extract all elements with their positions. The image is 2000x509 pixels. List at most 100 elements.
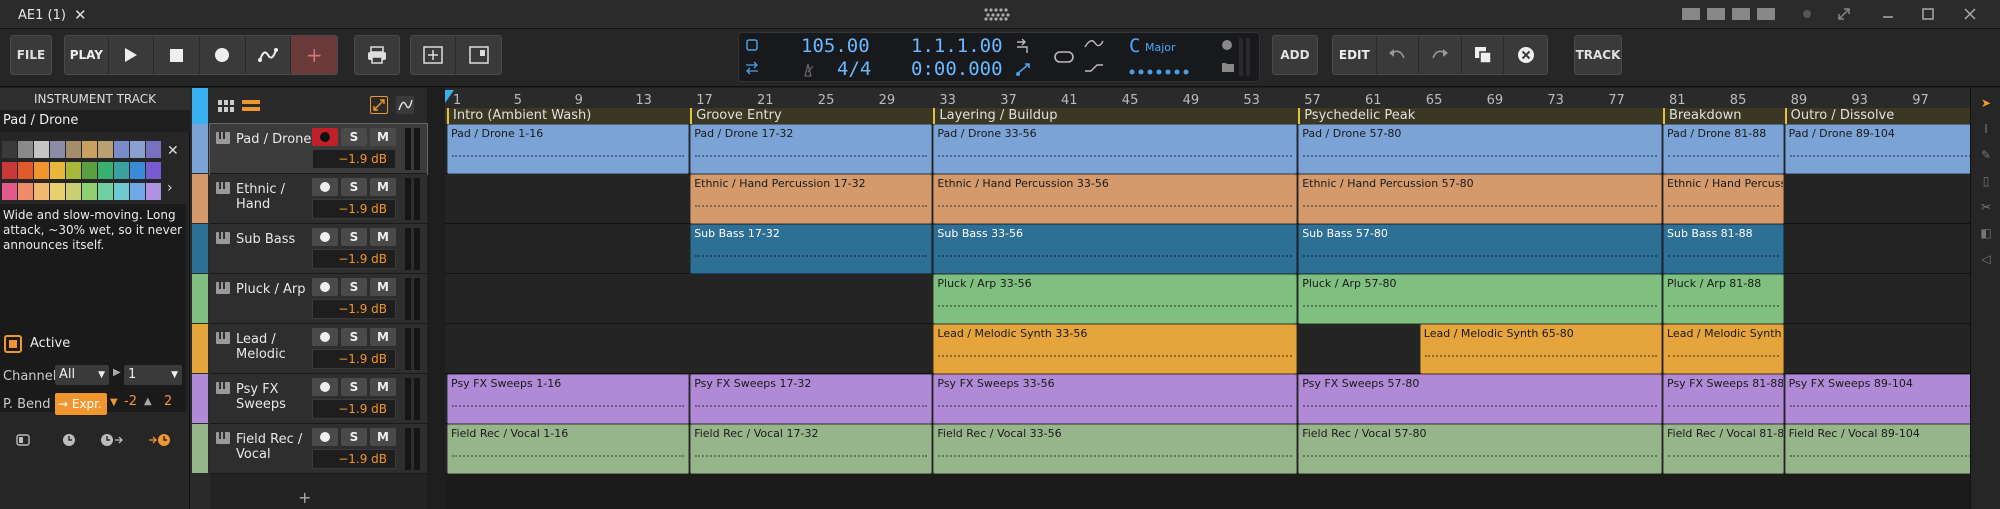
maximize-icon[interactable] [1920,7,1936,21]
position-time-display[interactable]: 0:00.000 [911,58,1003,80]
follow-playhead-icon[interactable] [1015,60,1033,78]
track-color-chip[interactable] [192,374,208,423]
solo-button[interactable]: S [341,328,367,346]
arm-record-button[interactable]: + [291,36,337,74]
color-swatch[interactable] [18,141,33,158]
color-swatch[interactable] [50,162,65,179]
clip[interactable]: Pluck / Arp 57-80 [1298,274,1662,324]
color-swatch[interactable] [66,141,81,158]
channel-number-select[interactable]: 1 ▼ [124,365,182,385]
minimize-icon[interactable] [1880,7,1896,21]
add-panel-button[interactable] [411,36,457,74]
track-volume[interactable]: −1.9 dB [312,349,396,369]
track-volume[interactable]: −1.9 dB [312,449,396,469]
clip[interactable]: Pluck / Arp 33-56 [933,274,1298,324]
time-signature-display[interactable]: 4/4 [837,58,871,80]
folder-icon[interactable] [1221,61,1235,73]
color-swatch[interactable] [2,162,17,179]
grid-dots-icon[interactable] [980,7,1014,21]
clip[interactable]: Ethnic / Hand Percussion 81-88 [1663,174,1784,224]
clip[interactable]: Field Rec / Vocal 33-56 [933,424,1298,474]
track-volume[interactable]: −1.9 dB [312,149,396,169]
clip[interactable]: Pad / Drone 33-56 [933,124,1298,174]
automation-view-icon[interactable] [396,96,414,114]
track-header[interactable]: Sub Bass S M −1.9 dB [210,224,427,274]
color-swatch[interactable] [146,183,161,200]
cue-marker[interactable]: Breakdown [1663,108,1742,124]
undo-button[interactable] [1376,36,1420,74]
arrow-clock-icon[interactable] [148,433,172,447]
mute-button[interactable]: M [370,428,396,446]
clip-launcher-view-icon[interactable] [218,100,234,112]
color-swatch[interactable] [66,162,81,179]
solo-button[interactable]: S [341,128,367,146]
loop-region-icon[interactable] [745,38,759,52]
track-header[interactable]: Field Rec / Vocal S M −1.9 dB [210,424,427,474]
stop-button[interactable] [154,36,201,74]
track-name[interactable]: Lead / Melodic [236,332,316,362]
punch-in-icon[interactable] [1015,37,1033,55]
record-arm-button[interactable] [312,328,338,346]
channel-select[interactable]: All ▼ [55,365,109,385]
file-menu-button[interactable]: FILE [10,35,52,75]
mute-button[interactable]: M [370,228,396,246]
clip[interactable]: Lead / Melodic Synth 81-88 [1663,324,1784,374]
track-header[interactable]: Ethnic / Hand S M −1.9 dB [210,174,427,224]
track-color-chip[interactable] [192,324,208,373]
active-toggle-icon[interactable] [4,335,22,353]
track-header[interactable]: Pluck / Arp S M −1.9 dB [210,274,427,324]
metronome-icon[interactable] [801,63,815,77]
clock-arrow-icon[interactable] [100,433,124,447]
palette-next-icon[interactable]: › [167,180,181,196]
pencil-tool-icon[interactable]: ✎ [1979,148,1993,162]
color-swatch[interactable] [34,183,49,200]
color-swatch[interactable] [98,162,113,179]
delete-button[interactable] [1504,36,1547,74]
clip[interactable]: Ethnic / Hand Percussion 57-80 [1298,174,1662,224]
eraser-tool-icon[interactable]: ▯ [1979,174,1993,188]
clip[interactable]: Field Rec / Vocal 1-16 [447,424,690,474]
redo-button[interactable] [1419,36,1462,74]
color-swatch[interactable] [146,162,161,179]
clip[interactable]: Pad / Drone 1-16 [447,124,690,174]
track-name[interactable]: Pluck / Arp [236,282,316,297]
solo-button[interactable]: S [341,378,367,396]
record-button[interactable] [200,36,246,74]
panel-view-button[interactable] [456,36,501,74]
cue-marker[interactable]: Layering / Buildup [933,108,1058,124]
clip[interactable]: Field Rec / Vocal 57-80 [1298,424,1662,474]
print-button[interactable] [354,35,400,75]
solo-button[interactable]: S [341,278,367,296]
color-swatch[interactable] [98,183,113,200]
record-arm-button[interactable] [312,128,338,146]
record-arm-button[interactable] [312,178,338,196]
add-button[interactable]: ADD [1272,35,1318,75]
groove-icon[interactable] [1083,61,1105,75]
automation-curve-icon[interactable] [1083,37,1105,51]
sync-icon[interactable] [745,61,759,75]
track-volume[interactable]: −1.9 dB [312,299,396,319]
key-mode-display[interactable]: Major [1145,41,1176,54]
track-header[interactable]: Lead / Melodic S M −1.9 dB [210,324,427,374]
clip[interactable]: Sub Bass 81-88 [1663,224,1784,274]
clip[interactable]: Psy FX Sweeps 17-32 [690,374,933,424]
clip[interactable]: Field Rec / Vocal 81-88 [1663,424,1784,474]
record-arm-button[interactable] [312,378,338,396]
clock-icon[interactable] [62,433,76,447]
close-tab-icon[interactable]: ✕ [74,6,87,24]
pointer-tool-icon[interactable]: ➤ [1979,96,1993,110]
clip[interactable]: Psy FX Sweeps 89-104 [1784,374,1970,424]
track-color-chip[interactable] [192,424,208,473]
track-header[interactable]: Pad / Drone S M −1.9 dB [209,123,428,175]
mute-button[interactable]: M [370,378,396,396]
inspector-track-name[interactable]: Pad / Drone [0,110,190,132]
color-swatch[interactable] [2,183,17,200]
solo-button[interactable]: S [341,428,367,446]
mute-button[interactable]: M [370,278,396,296]
clip[interactable]: Pad / Drone 17-32 [690,124,933,174]
track-volume[interactable]: −1.9 dB [312,199,396,219]
fullscreen-icon[interactable] [1836,7,1852,21]
layout-keyboard-icons[interactable] [1680,7,1800,21]
clip[interactable]: Ethnic / Hand Percussion 33-56 [933,174,1298,224]
clip[interactable]: Sub Bass 57-80 [1298,224,1662,274]
